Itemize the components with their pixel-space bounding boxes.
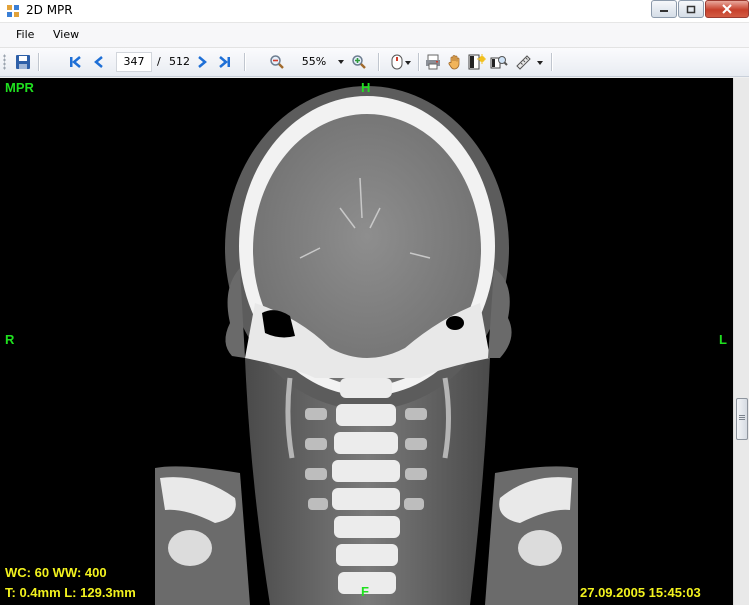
last-slice-icon [219, 56, 230, 68]
next-slice-icon [198, 56, 207, 68]
window-level-info: WC: 60 WW: 400 [5, 565, 107, 580]
title-bar: 2D MPR [0, 0, 749, 23]
maximize-button[interactable] [678, 0, 704, 18]
measure-ruler-icon [516, 55, 543, 70]
toolbar-separator [38, 53, 40, 71]
save-icon [16, 55, 30, 69]
slice-number-input[interactable]: 347 [116, 52, 152, 72]
orientation-right-label: L [719, 332, 727, 347]
toolbar-grip[interactable] [3, 54, 6, 70]
last-slice-button[interactable] [216, 53, 234, 71]
zoom-in-icon [352, 55, 366, 69]
window-title: 2D MPR [26, 3, 73, 17]
magnifier-icon [490, 56, 508, 69]
first-slice-icon [70, 56, 81, 68]
orientation-left-label: R [5, 332, 15, 347]
zoom-in-button[interactable] [350, 53, 368, 71]
menu-bar: File View [0, 23, 749, 48]
slice-total: 512 [169, 55, 190, 68]
measure-tool-button[interactable] [514, 53, 546, 71]
vertical-scrollbar[interactable] [733, 78, 749, 605]
scrollbar-thumb[interactable] [736, 398, 748, 440]
ct-coronal-image [155, 86, 578, 605]
window-level-icon [468, 54, 486, 70]
slice-info: T: 0.4mm L: 129.3mm [5, 585, 136, 600]
toolbar-separator [244, 53, 246, 71]
print-button[interactable] [424, 53, 442, 71]
pan-hand-icon [448, 55, 460, 70]
toolbar-separator [378, 53, 380, 71]
close-button[interactable] [705, 0, 749, 18]
mpr-viewport[interactable]: MPR H R L F WC: 60 WW: 400 T: 0.4mm L: 1… [0, 78, 733, 605]
menu-view[interactable]: View [53, 28, 79, 41]
first-slice-button[interactable] [66, 53, 84, 71]
prev-slice-icon [94, 56, 103, 68]
zoom-out-icon [270, 55, 284, 69]
window-level-button[interactable] [468, 53, 486, 71]
pan-button[interactable] [446, 53, 464, 71]
minimize-icon [660, 10, 668, 12]
orientation-top-label: H [361, 80, 371, 95]
study-datetime: 27.09.2005 15:45:03 [580, 585, 701, 600]
toolbar-separator [418, 53, 420, 71]
close-icon [722, 4, 732, 14]
orientation-bottom-label: F [361, 584, 369, 599]
mouse-mode-button[interactable] [388, 53, 414, 71]
mouse-mode-icon [391, 54, 411, 70]
maximize-icon [686, 5, 696, 13]
toolbar-separator [551, 53, 553, 71]
view-name-label: MPR [5, 80, 34, 95]
app-icon [7, 5, 19, 17]
magnifier-button[interactable] [490, 53, 508, 71]
minimize-button[interactable] [651, 0, 677, 18]
save-button[interactable] [14, 53, 32, 71]
slice-separator: / [157, 55, 161, 68]
next-slice-button[interactable] [193, 53, 211, 71]
zoom-dropdown-button[interactable] [336, 53, 346, 71]
zoom-level-select[interactable]: 55% [290, 52, 338, 72]
toolbar [0, 48, 749, 77]
menu-file[interactable]: File [16, 28, 34, 41]
dropdown-icon [338, 60, 344, 64]
zoom-out-button[interactable] [268, 53, 286, 71]
print-icon [426, 54, 440, 70]
prev-slice-button[interactable] [90, 53, 108, 71]
